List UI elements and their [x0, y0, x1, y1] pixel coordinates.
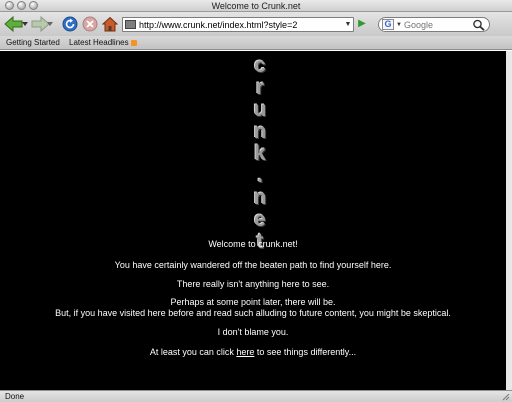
navigation-toolbar: ▼ ▶ G ▼ — [0, 12, 512, 36]
bookmark-getting-started[interactable]: Getting Started — [6, 36, 60, 50]
page-content: crunk.net Welcome to crunk.net! You have… — [0, 51, 506, 390]
search-input[interactable] — [403, 19, 472, 30]
dont-blame-text: I don't blame you. — [217, 327, 289, 337]
logo-letter: e — [254, 208, 266, 231]
chevron-down-icon — [22, 22, 28, 26]
status-text: Done — [5, 392, 25, 401]
forward-history-dropdown[interactable] — [46, 15, 54, 33]
click-here-text: At least you can click here to see thing… — [0, 347, 506, 358]
logo-letter: n — [253, 186, 267, 209]
skeptical-text: But, if you have visited here before and… — [55, 308, 451, 318]
crunk-net-logo: crunk.net — [244, 55, 276, 253]
logo-letter: c — [254, 54, 266, 77]
scrollbar-track[interactable] — [506, 51, 512, 390]
bookmarks-toolbar: Getting Started Latest Headlines — [0, 36, 512, 50]
window-title: Welcome to Crunk.net — [211, 1, 301, 11]
search-bar[interactable]: G ▼ — [378, 17, 490, 32]
welcome-text: Welcome to crunk.net! — [208, 239, 298, 249]
stop-button[interactable] — [81, 15, 99, 33]
chevron-down-icon — [47, 22, 53, 26]
perhaps-later-text: Perhaps at some point later, there will … — [170, 297, 336, 307]
go-button[interactable]: ▶ — [356, 18, 368, 30]
go-arrow-icon: ▶ — [358, 18, 366, 29]
logo-letter: r — [255, 76, 265, 99]
bookmark-latest-headlines[interactable]: Latest Headlines — [69, 36, 137, 50]
url-input[interactable] — [139, 18, 343, 31]
site-favicon-icon — [125, 20, 136, 29]
address-bar[interactable]: ▼ — [122, 17, 354, 32]
click-here-suffix: to see things differently... — [254, 347, 357, 357]
reload-icon — [62, 16, 78, 32]
google-engine-icon[interactable]: G — [382, 19, 394, 30]
rss-feed-icon — [130, 40, 137, 46]
status-bar: Done — [0, 390, 512, 402]
nothing-here-text: There really isn't anything here to see. — [176, 279, 330, 289]
url-history-dropdown[interactable]: ▼ — [343, 21, 353, 28]
chevron-down-icon[interactable]: ▼ — [396, 22, 402, 28]
stop-icon — [82, 16, 98, 32]
reload-button[interactable] — [61, 15, 79, 33]
magnifier-search-icon[interactable] — [472, 19, 486, 31]
wandered-text: You have certainly wandered off the beat… — [114, 260, 392, 270]
here-link[interactable]: here — [236, 347, 254, 357]
title-bar: Welcome to Crunk.net — [0, 0, 512, 12]
logo-letter: k — [254, 142, 266, 165]
resize-grip-icon[interactable] — [502, 393, 510, 401]
click-here-prefix: At least you can click — [149, 347, 237, 357]
back-history-dropdown[interactable] — [21, 15, 29, 33]
logo-letter: . — [257, 164, 263, 187]
home-button[interactable] — [101, 15, 119, 33]
bookmark-label: Latest Headlines — [69, 38, 129, 47]
logo-letter: n — [253, 120, 267, 143]
home-icon — [102, 16, 118, 32]
logo-letter: u — [253, 98, 267, 121]
